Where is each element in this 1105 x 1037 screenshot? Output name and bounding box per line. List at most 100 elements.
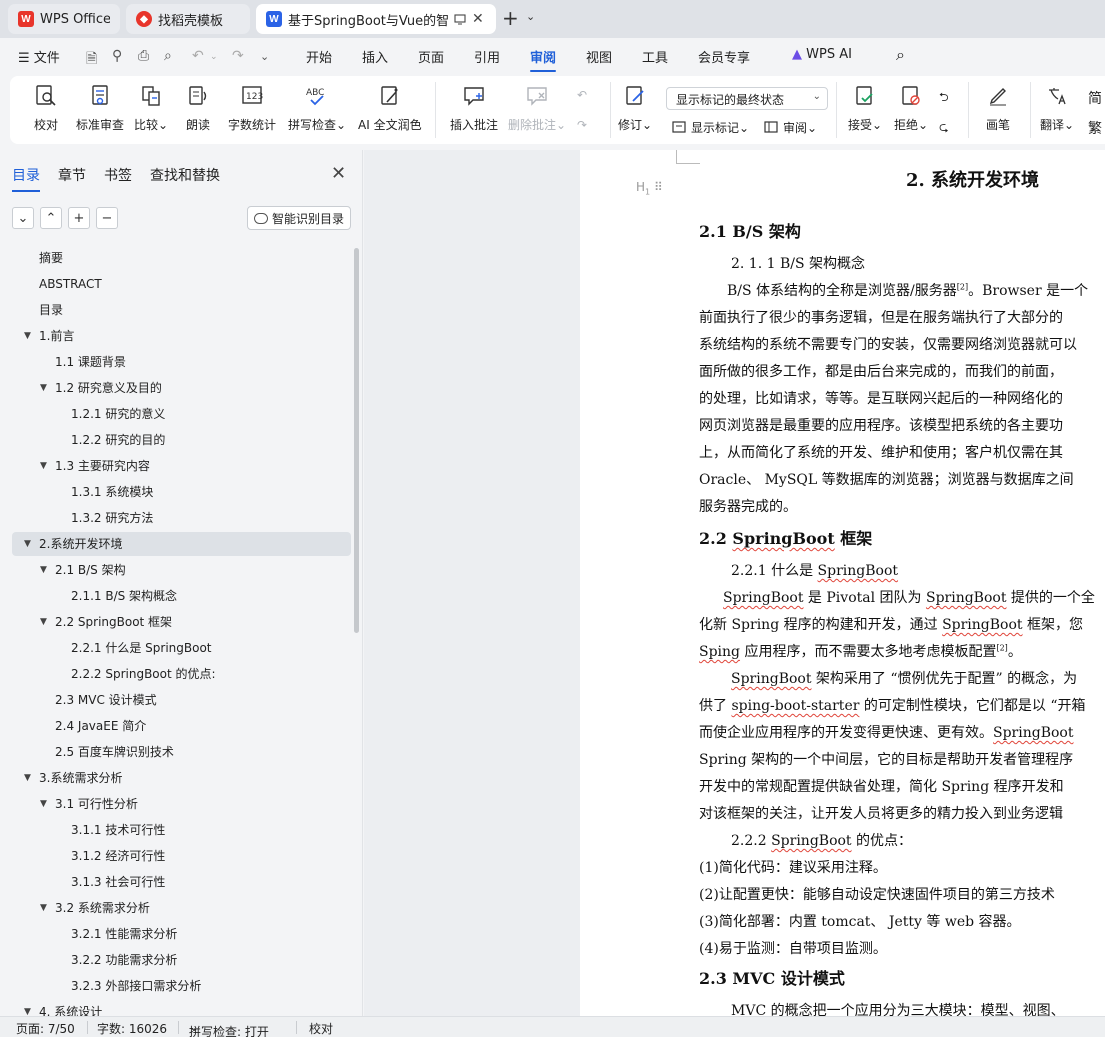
next-change-icon[interactable]: ⮎ bbox=[939, 118, 949, 139]
toc-item[interactable]: ▼ 1.前言 bbox=[0, 324, 351, 348]
standard-review-button[interactable]: 标准审查 bbox=[76, 84, 124, 133]
toc-item[interactable]: ABSTRACT bbox=[0, 272, 351, 296]
expand-triangle-icon[interactable]: ▼ bbox=[40, 454, 47, 478]
toc-item[interactable]: 3.1.3 社会可行性 bbox=[0, 870, 351, 894]
toc-item[interactable]: 目录 bbox=[0, 298, 351, 322]
expand-triangle-icon[interactable]: ▼ bbox=[40, 896, 47, 920]
track-changes-button[interactable]: 修订⌄ bbox=[618, 84, 652, 133]
print-icon[interactable]: ⎙ bbox=[138, 48, 149, 64]
heading-marker-icon[interactable]: H1 ⠿ bbox=[636, 180, 663, 196]
toc-item[interactable]: 1.2.1 研究的意义 bbox=[0, 402, 351, 426]
tab-bookmarks[interactable]: 书签 bbox=[104, 165, 132, 185]
tab-find-replace[interactable]: 查找和替换 bbox=[150, 165, 220, 185]
move-up-button[interactable]: ⌃ bbox=[40, 207, 62, 229]
more-quick-access-icon[interactable]: ⌄ bbox=[260, 50, 269, 63]
toc-item[interactable]: 3.1.1 技术可行性 bbox=[0, 818, 351, 842]
expand-triangle-icon[interactable]: ▼ bbox=[40, 558, 47, 582]
toc-item[interactable]: ▼ 1.2 研究意义及目的 bbox=[0, 376, 351, 400]
menu-view[interactable]: 视图 bbox=[586, 47, 612, 66]
wps-ai-button[interactable]: ▲ WPS AI bbox=[792, 47, 852, 62]
tab-document[interactable]: W 基于SpringBoot与Vue的智能 ✕ bbox=[256, 4, 496, 34]
new-tab-icon[interactable]: + bbox=[502, 8, 519, 28]
smart-toc-button[interactable]: 智能识别目录 bbox=[247, 206, 351, 230]
toc-item[interactable]: 1.3.1 系统模块 bbox=[0, 480, 351, 504]
toc-item[interactable]: 3.2.1 性能需求分析 bbox=[0, 922, 351, 946]
insert-comment-button[interactable]: 插入批注 bbox=[450, 84, 498, 133]
chevron-down-icon[interactable]: ⌄ bbox=[526, 10, 535, 23]
remove-heading-button[interactable]: − bbox=[96, 207, 118, 229]
toc-item[interactable]: 2.1.1 B/S 架构概念 bbox=[0, 584, 351, 608]
toc-item[interactable]: 1.1 课题背景 bbox=[0, 350, 351, 374]
tab-toc[interactable]: 目录 bbox=[12, 165, 40, 192]
expand-triangle-icon[interactable]: ▼ bbox=[40, 792, 47, 816]
delete-comment-button[interactable]: 删除批注⌄ bbox=[508, 84, 566, 133]
monitor-icon[interactable] bbox=[454, 13, 466, 25]
document-page[interactable]: H1 ⠿ 2. 系统开发环境 2.1 B/S 架构 2. 1. 1 B/S 架构… bbox=[580, 150, 1105, 1016]
toc-item[interactable]: ▼ 2.系统开发环境 bbox=[12, 532, 351, 556]
toc-item[interactable]: 1.2.2 研究的目的 bbox=[0, 428, 351, 452]
expand-triangle-icon[interactable]: ▼ bbox=[24, 766, 31, 790]
proofread-button[interactable]: 校对 bbox=[34, 84, 58, 133]
toc-scrollbar[interactable] bbox=[354, 248, 359, 633]
previous-change-icon[interactable]: ⮌ bbox=[939, 88, 949, 109]
search-icon[interactable]: ⌕ bbox=[896, 45, 905, 65]
toc-item[interactable]: 1.3.2 研究方法 bbox=[0, 506, 351, 530]
traditional-chinese-button[interactable]: 繁 bbox=[1088, 118, 1102, 138]
word-count-button[interactable]: 123 字数统计 bbox=[228, 84, 276, 133]
menu-references[interactable]: 引用 bbox=[474, 47, 500, 66]
expand-triangle-icon[interactable]: ▼ bbox=[24, 1000, 31, 1016]
toc-item[interactable]: 3.2.3 外部接口需求分析 bbox=[0, 974, 351, 998]
next-comment-icon[interactable]: ↷ bbox=[577, 118, 587, 132]
menu-page[interactable]: 页面 bbox=[418, 47, 444, 66]
review-pane-button[interactable]: 审阅 ⌄ bbox=[764, 119, 817, 136]
toc-item[interactable]: 3.2.2 功能需求分析 bbox=[0, 948, 351, 972]
translate-button[interactable]: 翻译⌄ bbox=[1040, 84, 1074, 133]
file-menu[interactable]: ☰ 文件 bbox=[18, 47, 60, 66]
print-preview-icon[interactable]: ⌕ bbox=[164, 48, 172, 64]
collapse-down-button[interactable]: ⌄ bbox=[12, 207, 34, 229]
link-icon[interactable]: ⚲ bbox=[112, 48, 122, 64]
toc-item[interactable]: ▼ 4. 系统设计 bbox=[0, 1000, 351, 1016]
expand-triangle-icon[interactable]: ▼ bbox=[40, 376, 47, 400]
compare-button[interactable]: 比较⌄ bbox=[134, 84, 168, 133]
toc-item[interactable]: 2.5 百度车牌识别技术 bbox=[0, 740, 351, 764]
tab-chapters[interactable]: 章节 bbox=[58, 165, 86, 185]
close-tab-icon[interactable]: ✕ bbox=[472, 11, 484, 27]
save-icon[interactable]: 🗎 bbox=[86, 48, 97, 72]
toc-item[interactable]: 2.2.2 SpringBoot 的优点: bbox=[0, 662, 351, 686]
spell-check-button[interactable]: ABC 拼写检查⌄ bbox=[288, 84, 346, 133]
accept-button[interactable]: 接受⌄ bbox=[848, 84, 882, 133]
toc-item[interactable]: 2.4 JavaEE 简介 bbox=[0, 714, 351, 738]
menu-insert[interactable]: 插入 bbox=[362, 47, 388, 66]
tab-wps-office[interactable]: W WPS Office bbox=[8, 4, 120, 34]
toc-item[interactable]: 2.3 MVC 设计模式 bbox=[0, 688, 351, 712]
page-indicator[interactable]: 页面: 7/50 bbox=[16, 1020, 75, 1037]
word-count-indicator[interactable]: 字数: 16026 bbox=[97, 1020, 167, 1037]
simplified-chinese-button[interactable]: 简 bbox=[1088, 88, 1102, 108]
expand-triangle-icon[interactable]: ▼ bbox=[40, 610, 47, 634]
toc-item[interactable]: ▼ 2.2 SpringBoot 框架 bbox=[0, 610, 351, 634]
tab-docer-templates[interactable]: ◆ 找稻壳模板 bbox=[126, 4, 250, 34]
toc-item[interactable]: 2.2.1 什么是 SpringBoot bbox=[0, 636, 351, 660]
toc-item[interactable]: ▼ 3.2 系统需求分析 bbox=[0, 896, 351, 920]
menu-start[interactable]: 开始 bbox=[306, 47, 332, 66]
ai-polish-button[interactable]: AI 全文润色 bbox=[358, 84, 422, 133]
toc-item[interactable]: ▼ 3.1 可行性分析 bbox=[0, 792, 351, 816]
menu-review[interactable]: 审阅 bbox=[530, 47, 557, 72]
markup-display-select[interactable]: 显示标记的最终状态 ⌄ bbox=[666, 87, 828, 110]
read-aloud-button[interactable]: 朗读 bbox=[186, 84, 210, 133]
toc-item[interactable]: 摘要 bbox=[0, 246, 351, 270]
reject-button[interactable]: 拒绝⌄ bbox=[894, 84, 928, 133]
pen-button[interactable]: 画笔 bbox=[986, 84, 1010, 133]
toc-item[interactable]: 3.1.2 经济可行性 bbox=[0, 844, 351, 868]
expand-triangle-icon[interactable]: ▼ bbox=[24, 324, 31, 348]
expand-triangle-icon[interactable]: ▼ bbox=[24, 532, 31, 556]
show-markup-button[interactable]: 显示标记 ⌄ bbox=[672, 119, 749, 136]
toc-item[interactable]: ▼ 3.系统需求分析 bbox=[0, 766, 351, 790]
redo-icon[interactable]: ↷ bbox=[232, 48, 244, 64]
spell-check-indicator[interactable]: 拼写检查: 打开 ⌄ bbox=[189, 1020, 269, 1037]
undo-dropdown-icon[interactable]: ⌄ bbox=[210, 52, 218, 62]
toc-item[interactable]: ▼ 2.1 B/S 架构 bbox=[0, 558, 351, 582]
add-heading-button[interactable]: + bbox=[68, 207, 90, 229]
proofread-indicator[interactable]: 校对 bbox=[309, 1020, 333, 1037]
